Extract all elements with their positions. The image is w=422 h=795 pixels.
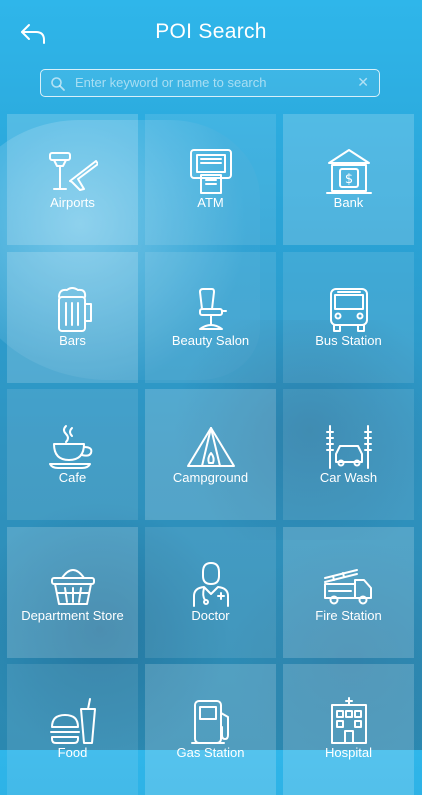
hospital-icon bbox=[331, 697, 367, 744]
category-label: Department Store bbox=[21, 608, 124, 623]
category-tile-bars[interactable]: Bars bbox=[7, 252, 138, 383]
header: POI Search bbox=[0, 0, 422, 64]
category-label: Doctor bbox=[191, 608, 230, 623]
coffee-cup-icon bbox=[49, 425, 93, 469]
category-label: ATM bbox=[197, 195, 224, 210]
category-label: Gas Station bbox=[176, 745, 245, 760]
bank-icon: $ bbox=[326, 149, 372, 194]
salon-chair-icon bbox=[199, 288, 227, 330]
doctor-icon bbox=[193, 562, 229, 607]
category-tile-food[interactable]: Food bbox=[7, 664, 138, 795]
car-wash-icon bbox=[326, 425, 372, 469]
category-label: Beauty Salon bbox=[171, 333, 250, 348]
fire-truck-icon bbox=[324, 569, 372, 605]
category-tile-campground[interactable]: Campground bbox=[145, 389, 276, 520]
category-label: Food bbox=[57, 745, 88, 760]
category-label: Campground bbox=[172, 470, 249, 485]
atm-icon bbox=[190, 149, 232, 194]
search-bar: ✕ bbox=[40, 69, 380, 97]
page-title: POI Search bbox=[155, 20, 267, 43]
category-label: Car Wash bbox=[319, 470, 378, 485]
beer-mug-icon bbox=[58, 287, 92, 332]
svg-text:$: $ bbox=[345, 172, 353, 187]
search-icon bbox=[51, 77, 65, 91]
airport-icon bbox=[49, 152, 98, 191]
category-tile-bus-station[interactable]: Bus Station bbox=[283, 252, 414, 383]
category-tile-beauty-salon[interactable]: Beauty Salon bbox=[145, 252, 276, 383]
category-label: Bus Station bbox=[315, 333, 382, 348]
category-label: Cafe bbox=[58, 470, 87, 485]
category-label: Airports bbox=[50, 195, 95, 210]
search-input[interactable] bbox=[75, 70, 355, 95]
category-tile-fire-station[interactable]: Fire Station bbox=[283, 527, 414, 658]
category-tile-doctor[interactable]: Doctor bbox=[145, 527, 276, 658]
clear-icon[interactable]: ✕ bbox=[357, 74, 369, 91]
bus-icon bbox=[330, 288, 368, 332]
fast-food-icon bbox=[50, 698, 96, 744]
category-label: Fire Station bbox=[315, 608, 382, 623]
fuel-pump-icon bbox=[191, 700, 229, 744]
tent-icon bbox=[187, 427, 235, 467]
category-tile-department-store[interactable]: Department Store bbox=[7, 527, 138, 658]
category-label: Bars bbox=[59, 333, 86, 348]
shopping-basket-icon bbox=[51, 569, 95, 605]
category-tile-airports[interactable]: Airports bbox=[7, 114, 138, 245]
category-tile-atm[interactable]: ATM bbox=[145, 114, 276, 245]
category-tile-gas-station[interactable]: Gas Station bbox=[145, 664, 276, 795]
category-tile-hospital[interactable]: Hospital bbox=[283, 664, 414, 795]
category-tile-car-wash[interactable]: Car Wash bbox=[283, 389, 414, 520]
category-label: Bank bbox=[333, 195, 364, 210]
category-tile-cafe[interactable]: Cafe bbox=[7, 389, 138, 520]
category-tile-bank[interactable]: $ Bank bbox=[283, 114, 414, 245]
category-label: Hospital bbox=[325, 745, 372, 760]
